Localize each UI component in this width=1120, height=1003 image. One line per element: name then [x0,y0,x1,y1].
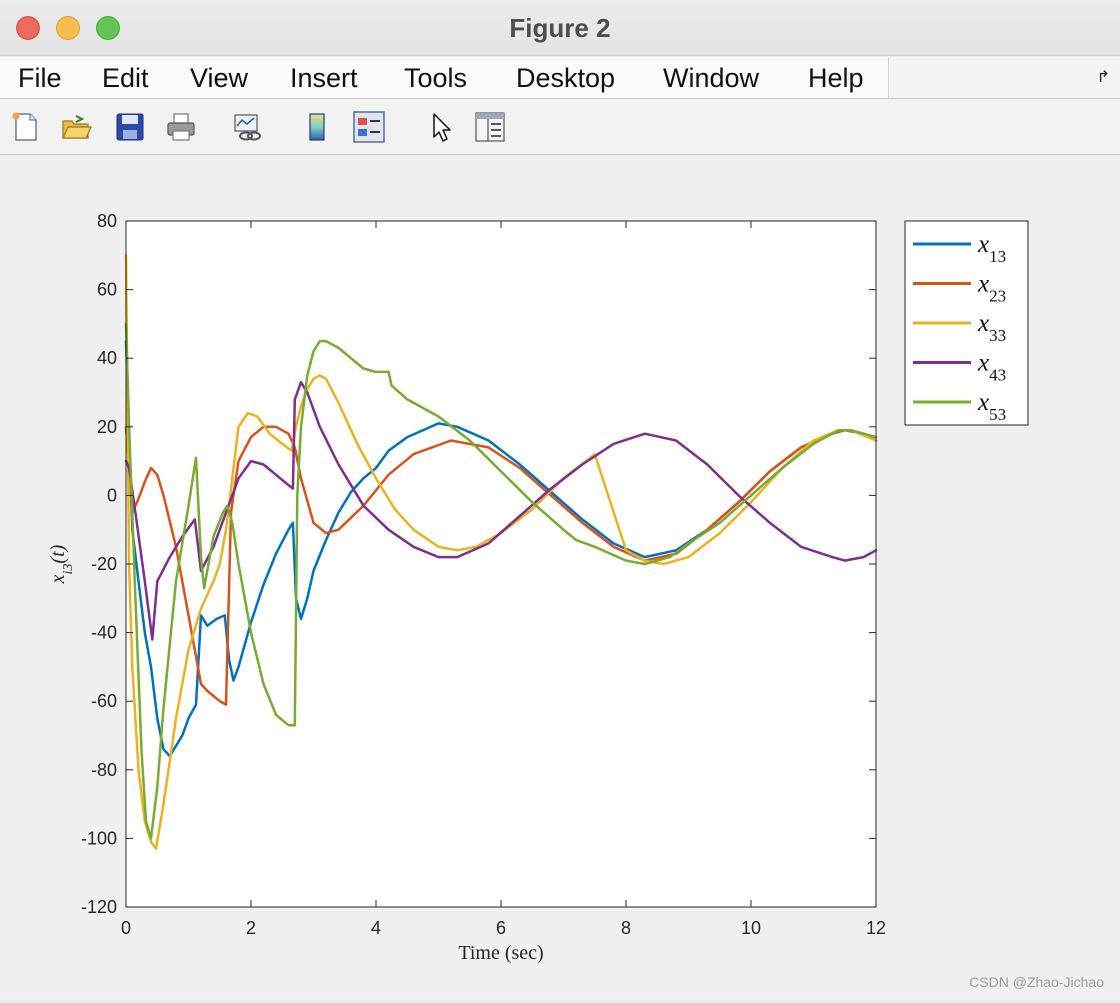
legend[interactable]: x13x23x33x43x53 [904,220,1029,426]
y-tick-label: -100 [81,828,117,848]
x-tick-label: 0 [121,918,131,938]
menu-desktop[interactable]: Desktop [516,60,615,96]
y-tick-label: 40 [97,348,117,368]
x-tick-label: 12 [866,918,886,938]
figure-toolbar [0,99,1120,155]
save-icon[interactable] [114,111,146,143]
y-axis-label: xi3(t) [47,544,76,584]
menu-view[interactable]: View [190,60,248,96]
x-axis-label: Time (sec) [458,942,543,964]
print-icon[interactable] [165,111,197,143]
colorbar-icon[interactable] [302,111,334,143]
dock-arrow-icon[interactable]: ↱ [1097,67,1110,87]
menu-edit[interactable]: Edit [102,60,149,96]
y-tick-label: 80 [97,211,117,231]
y-tick-label: 0 [107,485,117,505]
x-tick-label: 6 [496,918,506,938]
y-tick-label: -120 [81,897,117,917]
y-tick-label: -20 [91,554,117,574]
menu-bar: File Edit View Insert Tools Desktop Wind… [0,57,1120,99]
watermark-text: CSDN @Zhao-Jichao [969,974,1104,990]
y-tick-label: -80 [91,760,117,780]
link-plot-icon[interactable] [232,111,264,143]
menu-help[interactable]: Help [808,60,864,96]
y-tick-label: 20 [97,417,117,437]
y-tick-label: -40 [91,623,117,643]
new-figure-icon[interactable] [10,111,42,143]
menu-window[interactable]: Window [663,60,759,96]
line-chart: 0 2 4 6 8 10 12 80 60 40 20 0 -20 -40 -60 -80 -100 -120 T… [47,211,1104,990]
x-tick-label: 4 [371,918,381,938]
open-file-icon[interactable] [60,111,92,143]
legend-icon[interactable] [353,111,385,143]
x-tick-label: 8 [621,918,631,938]
property-inspector-icon[interactable] [474,111,506,143]
figure-canvas: 0 2 4 6 8 10 12 80 60 40 20 0 -20 -40 -60 -80 -100 -120 T… [0,156,1120,998]
window-title: Figure 2 [509,13,611,43]
window-titlebar: Figure 2 [0,0,1120,56]
menu-insert[interactable]: Insert [290,60,358,96]
y-tick-label: -60 [91,691,117,711]
x-tick-label: 10 [741,918,761,938]
menu-tools[interactable]: Tools [404,60,467,96]
y-tick-label: 60 [97,280,117,300]
pointer-icon[interactable] [426,111,458,143]
x-tick-label: 2 [246,918,256,938]
menu-file[interactable]: File [18,60,62,96]
